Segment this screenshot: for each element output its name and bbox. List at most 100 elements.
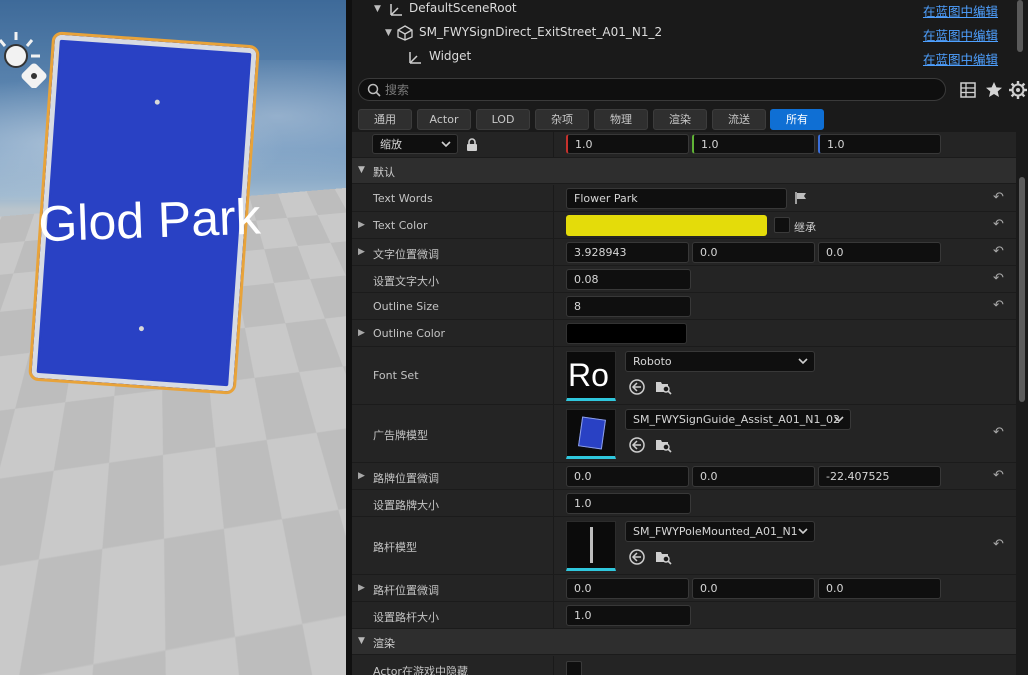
browse-asset-icon[interactable] xyxy=(654,378,672,396)
edit-in-blueprint-link[interactable]: 在蓝图中编辑 xyxy=(923,1,998,20)
reset-to-default-icon[interactable]: ↶ xyxy=(993,537,1004,552)
pole-size-field[interactable]: 1.0 xyxy=(566,605,691,626)
localization-flag-icon[interactable] xyxy=(794,191,808,205)
outline-color-swatch[interactable] xyxy=(566,323,687,344)
transform-gizmo[interactable] xyxy=(30,540,150,675)
text-color-swatch[interactable] xyxy=(566,215,767,236)
filter-tab-general[interactable]: 通用 xyxy=(358,109,412,130)
lock-icon[interactable] xyxy=(466,138,478,151)
text-words-input[interactable]: Flower Park xyxy=(566,188,787,209)
column-divider xyxy=(553,463,554,489)
text-position-z-field[interactable]: 0.0 xyxy=(818,242,941,263)
pole-position-y-field[interactable]: 0.0 xyxy=(692,578,815,599)
scale-z-field[interactable]: 1.0 xyxy=(818,134,941,154)
text-position-x-field[interactable]: 3.928943 xyxy=(566,242,689,263)
sign-position-z-field[interactable]: -22.407525 xyxy=(818,466,941,487)
text-position-y-field[interactable]: 0.0 xyxy=(692,242,815,263)
filter-tab-all[interactable]: 所有 xyxy=(770,109,824,130)
property-row-pole-size: 设置路杆大小 1.0 xyxy=(352,602,1016,629)
filter-tab-misc[interactable]: 杂项 xyxy=(535,109,589,130)
sign-position-x-field[interactable]: 0.0 xyxy=(566,466,689,487)
expand-arrow-icon[interactable]: ▶ xyxy=(358,328,365,338)
expand-arrow-icon[interactable]: ▶ xyxy=(358,220,365,230)
static-mesh-icon xyxy=(397,25,413,41)
outline-size-field[interactable]: 8 xyxy=(566,296,691,317)
reset-to-default-icon[interactable]: ↶ xyxy=(993,244,1004,259)
edit-in-blueprint-link[interactable]: 在蓝图中编辑 xyxy=(923,25,998,44)
property-row-sign-position: ▶ 路牌位置微调 0.0 0.0 -22.407525 ↶ xyxy=(352,463,1016,490)
reset-to-default-icon[interactable]: ↶ xyxy=(993,298,1004,313)
scale-y-field[interactable]: 1.0 xyxy=(692,134,815,154)
tree-item-default-scene-root[interactable]: ▼ DefaultSceneRoot 在蓝图中编辑 xyxy=(352,0,1016,22)
filter-tab-lod[interactable]: LOD xyxy=(476,109,530,130)
filter-tab-streaming[interactable]: 流送 xyxy=(712,109,766,130)
column-divider xyxy=(553,132,554,157)
browse-asset-icon[interactable] xyxy=(654,548,672,566)
browse-asset-icon[interactable] xyxy=(654,436,672,454)
component-tree: ▼ DefaultSceneRoot 在蓝图中编辑 ▼ SM_FWYSignDi… xyxy=(352,0,1028,72)
hidden-in-game-checkbox[interactable] xyxy=(566,661,582,675)
category-header-rendering[interactable]: ▼ 渲染 xyxy=(352,629,1016,655)
category-header-default[interactable]: ▼ 默认 xyxy=(352,158,1016,184)
billboard-mesh-dropdown[interactable]: SM_FWYSignGuide_Assist_A01_N1_02 xyxy=(625,409,851,430)
text-size-field[interactable]: 0.08 xyxy=(566,269,691,290)
use-selected-asset-icon[interactable] xyxy=(628,436,646,454)
column-divider xyxy=(553,656,554,675)
column-divider xyxy=(553,517,554,574)
billboard-mesh-thumbnail[interactable] xyxy=(566,409,616,459)
reset-to-default-icon[interactable]: ↶ xyxy=(993,425,1004,440)
directional-light-icon[interactable] xyxy=(0,28,50,88)
level-viewport[interactable]: Glod Park xyxy=(0,0,346,675)
tree-item-widget[interactable]: Widget 在蓝图中编辑 xyxy=(352,46,1016,70)
inherit-checkbox[interactable] xyxy=(774,217,790,233)
pole-position-z-field[interactable]: 0.0 xyxy=(818,578,941,599)
expand-arrow-icon[interactable]: ▶ xyxy=(358,583,365,593)
filter-tab-actor[interactable]: Actor xyxy=(417,109,471,130)
tree-item-static-mesh[interactable]: ▼ SM_FWYSignDirect_ExitStreet_A01_N1_2 在… xyxy=(352,22,1016,46)
search-input[interactable] xyxy=(385,81,925,99)
collapse-arrow-icon[interactable]: ▼ xyxy=(358,165,365,175)
reset-to-default-icon[interactable]: ↶ xyxy=(993,468,1004,483)
expand-arrow-icon[interactable]: ▶ xyxy=(358,247,365,257)
edit-in-blueprint-link[interactable]: 在蓝图中编辑 xyxy=(923,49,998,68)
reset-to-default-icon[interactable]: ↶ xyxy=(993,190,1004,205)
pole-position-x-field[interactable]: 0.0 xyxy=(566,578,689,599)
property-row-scale: 缩放 1.0 1.0 1.0 xyxy=(352,132,1016,158)
favorite-star-icon[interactable] xyxy=(984,80,1004,100)
dropdown-value: SM_FWYSignGuide_Assist_A01_N1_02 xyxy=(633,413,841,426)
property-label: 文字位置微调 xyxy=(373,248,439,261)
sign-position-y-field[interactable]: 0.0 xyxy=(692,466,815,487)
scale-x-field[interactable]: 1.0 xyxy=(566,134,689,154)
use-selected-asset-icon[interactable] xyxy=(628,548,646,566)
property-label: Text Words xyxy=(373,192,433,205)
font-preview-text: Ro xyxy=(568,357,609,393)
font-thumbnail[interactable]: Ro xyxy=(566,351,616,401)
property-matrix-icon[interactable] xyxy=(958,80,978,100)
tree-scrollbar[interactable] xyxy=(1017,0,1023,52)
scale-mode-dropdown[interactable]: 缩放 xyxy=(372,134,458,154)
pole-mesh-thumbnail[interactable] xyxy=(566,521,616,571)
use-selected-asset-icon[interactable] xyxy=(628,378,646,396)
collapse-arrow-icon[interactable]: ▼ xyxy=(358,636,365,646)
sign-board-mesh[interactable]: Glod Park xyxy=(28,31,262,395)
sign-size-field[interactable]: 1.0 xyxy=(566,493,691,514)
scrollbar-thumb[interactable] xyxy=(1019,177,1025,402)
pole-mesh-dropdown[interactable]: SM_FWYPoleMounted_A01_N1 xyxy=(625,521,815,542)
collapse-arrow-icon[interactable]: ▼ xyxy=(374,4,384,14)
settings-gear-icon[interactable] xyxy=(1008,80,1028,100)
collapse-arrow-icon[interactable]: ▼ xyxy=(385,28,395,38)
category-label: 渲染 xyxy=(373,637,395,650)
reset-to-default-icon[interactable]: ↶ xyxy=(993,271,1004,286)
column-divider xyxy=(553,490,554,516)
column-divider xyxy=(553,239,554,265)
details-scrollbar[interactable] xyxy=(1016,132,1028,675)
reset-to-default-icon[interactable]: ↶ xyxy=(993,217,1004,232)
expand-arrow-icon[interactable]: ▶ xyxy=(358,471,365,481)
property-label: 设置路杆大小 xyxy=(373,611,439,624)
filter-tab-physics[interactable]: 物理 xyxy=(594,109,648,130)
font-asset-dropdown[interactable]: Roboto xyxy=(625,351,815,372)
sign-bolt xyxy=(138,325,145,332)
filter-tab-rendering[interactable]: 渲染 xyxy=(653,109,707,130)
dropdown-value: Roboto xyxy=(633,355,672,368)
details-search-bar[interactable] xyxy=(358,78,946,101)
